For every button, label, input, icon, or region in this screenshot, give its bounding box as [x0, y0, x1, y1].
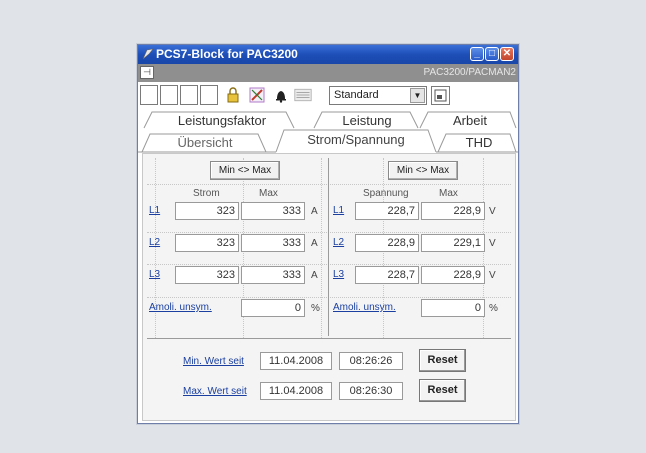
- tab-leistungsfaktor[interactable]: Leistungsfaktor: [158, 112, 286, 129]
- min-since-label: Min. Wert seit: [183, 356, 244, 367]
- min-since-date: 11.04.2008: [260, 352, 332, 370]
- maximize-button[interactable]: □: [485, 47, 499, 61]
- status-box-2: [160, 85, 178, 105]
- voltage-l2-max: 229,1: [421, 234, 485, 252]
- list-view-icon[interactable]: [294, 86, 312, 104]
- voltage-l2-unit: V: [489, 238, 496, 249]
- view-select-value: Standard: [334, 89, 379, 101]
- window-toggle-button[interactable]: [431, 86, 450, 105]
- device-name: PAC3200/PACMAN2: [423, 67, 516, 78]
- window-title: PCS7-Block for PAC3200: [156, 47, 298, 61]
- current-l1-value: 323: [175, 202, 239, 220]
- current-l1-label: L1: [149, 205, 161, 216]
- tab-uebersicht[interactable]: Übersicht: [152, 134, 258, 151]
- voltage-max-header: Max: [439, 188, 458, 199]
- edit-icon[interactable]: [248, 86, 266, 104]
- current-l2-unit: A: [311, 238, 318, 249]
- device-bar: ⊣ PAC3200/PACMAN2: [138, 64, 518, 82]
- status-box-3: [180, 85, 198, 105]
- max-since-date: 11.04.2008: [260, 382, 332, 400]
- column-divider: [328, 158, 329, 336]
- tab-thd[interactable]: THD: [448, 134, 510, 151]
- current-l3-unit: A: [311, 270, 318, 281]
- voltage-l3-max: 228,9: [421, 266, 485, 284]
- current-header: Strom: [193, 188, 220, 199]
- toolbar: Standard ▼: [138, 82, 518, 108]
- grid-line: [147, 232, 511, 233]
- view-select[interactable]: Standard ▼: [329, 86, 427, 105]
- voltage-l3-label: L3: [333, 269, 345, 280]
- bell-icon[interactable]: [272, 86, 290, 104]
- app-window: PCS7-Block for PAC3200 _ □ ✕ ⊣ PAC3200/P…: [137, 44, 519, 424]
- voltage-l3-value: 228,7: [355, 266, 419, 284]
- chevron-down-icon[interactable]: ▼: [410, 88, 425, 103]
- current-l2-value: 323: [175, 234, 239, 252]
- window-toggle-icon: [434, 89, 447, 102]
- status-box-4: [200, 85, 218, 105]
- close-button[interactable]: ✕: [500, 47, 514, 61]
- voltage-l1-value: 228,7: [355, 202, 419, 220]
- voltage-asym-label: Amoli. unsym.: [333, 302, 396, 313]
- voltage-l1-max: 228,9: [421, 202, 485, 220]
- current-l1-unit: A: [311, 206, 318, 217]
- voltage-l2-label: L2: [333, 237, 345, 248]
- max-since-time: 08:26:30: [339, 382, 403, 400]
- current-asym-label: Amoli. unsym.: [149, 302, 212, 313]
- voltage-asym-value: 0: [421, 299, 485, 317]
- current-asym-value: 0: [241, 299, 305, 317]
- current-l3-value: 323: [175, 266, 239, 284]
- current-l3-max: 333: [241, 266, 305, 284]
- tab-arbeit[interactable]: Arbeit: [430, 112, 510, 129]
- min-since-time: 08:26:26: [339, 352, 403, 370]
- voltage-l3-unit: V: [489, 270, 496, 281]
- content-panel: Min <> Max Strom Max L1 323 333 A L2 323…: [142, 153, 516, 421]
- voltage-l1-unit: V: [489, 206, 496, 217]
- pin-icon[interactable]: ⊣: [140, 66, 154, 79]
- reset-max-button[interactable]: Reset: [419, 379, 466, 402]
- reset-min-button[interactable]: Reset: [419, 349, 466, 372]
- current-l2-max: 333: [241, 234, 305, 252]
- grid-line: [147, 297, 511, 298]
- current-l2-label: L2: [149, 237, 161, 248]
- voltage-l1-label: L1: [333, 205, 345, 216]
- max-since-label: Max. Wert seit: [183, 386, 247, 397]
- voltage-header: Spannung: [363, 188, 409, 199]
- status-box-1: [140, 85, 158, 105]
- current-max-header: Max: [259, 188, 278, 199]
- app-logo-icon: [142, 48, 154, 60]
- tab-strip: Leistungsfaktor Leistung Arbeit Übersich…: [138, 108, 518, 154]
- current-minmax-button[interactable]: Min <> Max: [210, 161, 280, 180]
- section-divider: [147, 338, 511, 339]
- voltage-asym-unit: %: [489, 303, 498, 314]
- voltage-minmax-button[interactable]: Min <> Max: [388, 161, 458, 180]
- current-l3-label: L3: [149, 269, 161, 280]
- tab-leistung[interactable]: Leistung: [324, 112, 410, 129]
- title-bar[interactable]: PCS7-Block for PAC3200 _ □ ✕: [138, 45, 518, 64]
- grid-line: [147, 184, 511, 185]
- current-asym-unit: %: [311, 303, 320, 314]
- current-l1-max: 333: [241, 202, 305, 220]
- lock-icon[interactable]: [224, 86, 242, 104]
- minimize-button[interactable]: _: [470, 47, 484, 61]
- grid-line: [147, 264, 511, 265]
- tab-strom-spannung[interactable]: Strom/Spannung: [286, 131, 426, 148]
- voltage-l2-value: 228,9: [355, 234, 419, 252]
- grid-line: [321, 158, 322, 338]
